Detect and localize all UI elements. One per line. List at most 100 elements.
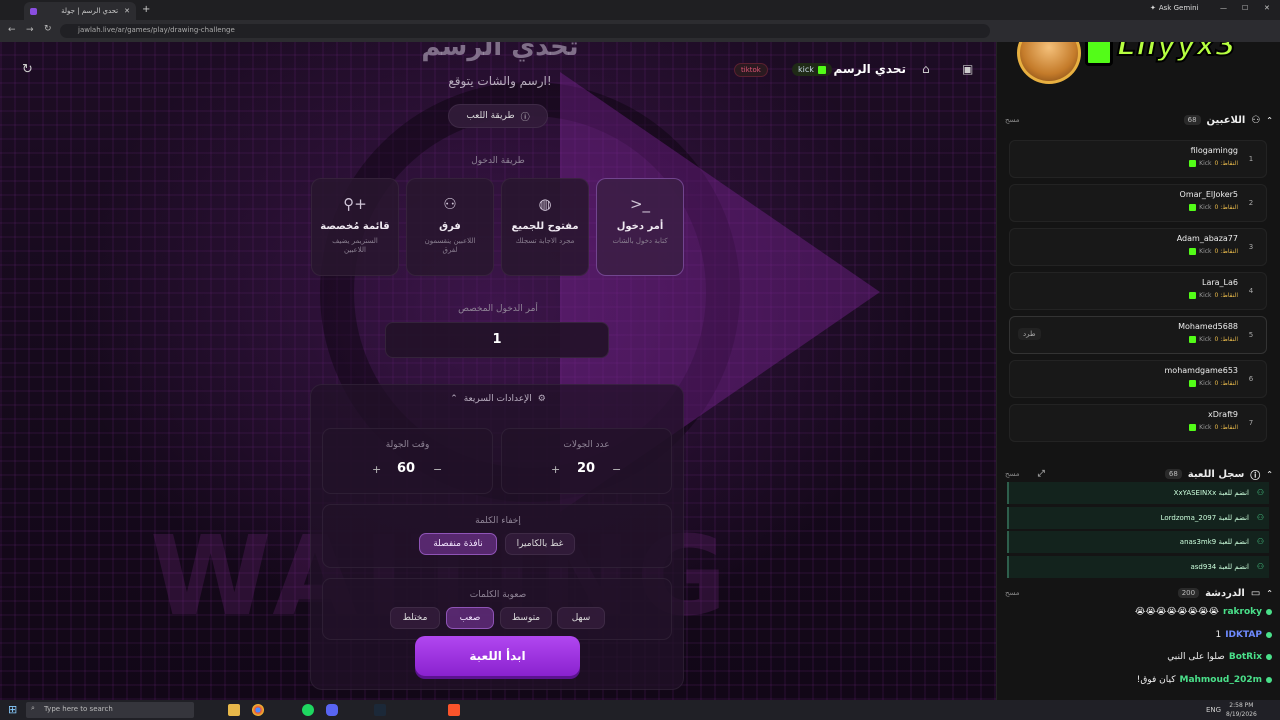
rounds-increase-button[interactable]: + [551, 463, 560, 476]
chevron-up-icon[interactable]: ⌃ [1266, 589, 1273, 598]
sidebar-toggle-icon[interactable]: ▣ [962, 62, 973, 76]
kick-badge[interactable]: kick [792, 63, 832, 76]
player-row[interactable]: 1 filogamingg Kick النقاط: 0 [1009, 140, 1267, 178]
custom-command-input[interactable]: 1 [385, 322, 609, 358]
chevron-up-icon[interactable]: ⌃ [1266, 116, 1273, 125]
player-row[interactable]: 2 Omar_ElJoker5 Kick النقاط: 0 [1009, 184, 1267, 222]
player-meta: Kick النقاط: 0 [1189, 380, 1238, 387]
player-meta: Kick النقاط: 0 [1189, 204, 1238, 211]
ask-gemini-button[interactable]: ✦ Ask Gemini [1150, 4, 1198, 12]
right-sidebar: Lilyyx3 مسح 68 اللاعبين ⚇ ⌃ 1 filogamingg… [996, 42, 1280, 700]
address-bar[interactable]: jawlah.live/ar/games/play/drawing-challe… [60, 24, 990, 38]
entry-option-teams[interactable]: ⚇ فرق اللاعبين ينقسمون لفرق [406, 178, 494, 276]
player-row[interactable]: 5 Mohamed5688 Kick النقاط: 0 طرد [1009, 316, 1267, 354]
entry-option-command[interactable]: >_ أمر دخول كتابة دخول بالشات [596, 178, 684, 276]
chrome-icon[interactable] [252, 704, 264, 716]
start-game-button[interactable]: ابدأ اللعبة [415, 636, 580, 676]
players-clear-button[interactable]: مسح [1005, 116, 1020, 124]
gemini-icon: ✦ [1150, 4, 1156, 12]
platform-tag: Kick [1199, 424, 1212, 431]
refresh-icon[interactable]: ↻ [22, 62, 33, 77]
windows-start-icon[interactable]: ⊞ [8, 703, 17, 716]
entry-option-custom-list[interactable]: ⚲+ قائمة مُخصصة الستريمر يضيف اللاعبين [311, 178, 399, 276]
chat-text: 😭😭😭😭😭😭😭😭 [1134, 607, 1220, 617]
game-settings-area: WAITING ↻ ▣ ⌂ تحدي الرسم kick tiktok تحد… [0, 42, 996, 700]
spotify-icon[interactable] [302, 704, 314, 716]
players-count: 68 [1183, 115, 1201, 125]
player-row[interactable]: 6 mohamdgame653 Kick النقاط: 0 [1009, 360, 1267, 398]
maximize-icon[interactable]: ☐ [1242, 4, 1248, 12]
entry-option-open[interactable]: ◍ مفتوح للجميع مجرد الاجابة تسجلك [501, 178, 589, 276]
player-points: النقاط: 0 [1214, 204, 1238, 211]
kick-icon [1189, 204, 1197, 211]
chat-username[interactable]: rakroky [1223, 607, 1262, 617]
hide-word-camera-option[interactable]: غط بالكاميرا [505, 533, 575, 555]
round-time-decrease-button[interactable]: − [433, 463, 442, 476]
kick-icon [1189, 380, 1197, 387]
platform-tag: Kick [1199, 336, 1212, 343]
clock[interactable]: 2:58 PM 8/19/2026 [1226, 701, 1257, 719]
chevron-up-icon[interactable]: ⌃ [1266, 470, 1273, 479]
difficulty-hard[interactable]: صعب [446, 607, 494, 629]
round-time-increase-button[interactable]: + [372, 463, 381, 476]
brave-icon[interactable] [448, 704, 460, 716]
player-row[interactable]: 4 Lara_La6 Kick النقاط: 0 [1009, 272, 1267, 310]
kick-icon [1189, 160, 1197, 167]
tab-favicon [30, 7, 37, 15]
kick-logo-icon [1085, 42, 1113, 66]
rounds-decrease-button[interactable]: − [612, 463, 621, 476]
taskbar-search-input[interactable]: ⌕ Type here to search [26, 702, 194, 718]
streamer-name: Lilyyx3 [1116, 42, 1237, 64]
minimize-icon[interactable]: — [1220, 4, 1227, 12]
chat-clear-button[interactable]: مسح [1005, 589, 1020, 597]
players-section-header[interactable]: مسح 68 اللاعبين ⚇ ⌃ [997, 110, 1280, 130]
difficulty-mixed[interactable]: مختلط [390, 607, 440, 629]
log-entry: Lordzoma_2097 انضم للعبة ⚇ [1007, 506, 1269, 529]
terminal-icon: >_ [629, 195, 651, 213]
player-row[interactable]: 3 Adam_abaza77 Kick النقاط: 0 [1009, 228, 1267, 266]
url-text: jawlah.live/ar/games/play/drawing-challe… [78, 26, 235, 34]
log-clear-button[interactable]: مسح [1005, 470, 1020, 478]
game-log-section-header[interactable]: مسح ⤢ 68 سجل اللعبة ⓘ ⌃ [997, 464, 1280, 484]
tab-title: تحدي الرسم | جولة [61, 7, 119, 15]
gear-icon: ⚙ [537, 394, 546, 404]
log-entry: asd934 انضم للعبة ⚇ [1007, 555, 1269, 578]
window-close-icon[interactable]: ✕ [1264, 4, 1270, 12]
chat-username[interactable]: BotRix [1229, 652, 1262, 662]
player-points: النقاط: 0 [1214, 336, 1238, 343]
back-icon[interactable]: ← [8, 25, 16, 35]
how-to-play-button[interactable]: طريقة اللعب ⓘ [448, 104, 548, 128]
chat-username[interactable]: IDKTAP [1225, 630, 1262, 640]
hero-title: تحدي الرسم [421, 42, 579, 62]
quick-settings-header[interactable]: ⌃ الإعدادات السريعة ⚙ [400, 394, 596, 404]
browser-tab[interactable]: تحدي الرسم | جولة ✕ [24, 2, 136, 20]
status-dot [1266, 631, 1272, 638]
status-dot [1266, 676, 1272, 683]
chat-section-header[interactable]: مسح 200 الدردشة ▭ ⌃ [997, 583, 1280, 603]
close-icon[interactable]: ✕ [124, 7, 130, 15]
users-icon: ⚇ [443, 195, 457, 213]
home-icon[interactable]: ⌂ [922, 62, 930, 76]
player-meta: Kick النقاط: 0 [1189, 248, 1238, 255]
expand-icon[interactable]: ⤢ [1038, 469, 1045, 479]
language-indicator[interactable]: ENG [1206, 706, 1221, 714]
player-row[interactable]: 7 xDraft9 Kick النقاط: 0 [1009, 404, 1267, 442]
chat-username[interactable]: Mahmoud_202m [1179, 675, 1262, 685]
page-header-title: تحدي الرسم [833, 62, 906, 76]
tiktok-badge[interactable]: tiktok [734, 63, 768, 77]
forward-icon[interactable]: → [26, 25, 34, 35]
search-icon: ⌕ [31, 704, 35, 712]
hero-subtitle: ارسم والشات يتوقع! [448, 74, 552, 88]
new-tab-icon[interactable]: + [142, 4, 150, 15]
steam-icon[interactable] [374, 704, 386, 716]
reload-icon[interactable]: ↻ [44, 24, 52, 34]
status-dot [1266, 654, 1272, 660]
player-name: Mohamed5688 [1178, 322, 1238, 331]
hide-word-card [322, 504, 672, 568]
discord-icon[interactable] [326, 704, 338, 716]
kick-player-button[interactable]: طرد [1018, 328, 1041, 340]
hide-word-window-option[interactable]: نافذة منفصلة [419, 533, 497, 555]
difficulty-easy[interactable]: سهل [557, 607, 605, 629]
difficulty-medium[interactable]: متوسط [500, 607, 552, 629]
file-explorer-icon[interactable] [228, 704, 240, 716]
